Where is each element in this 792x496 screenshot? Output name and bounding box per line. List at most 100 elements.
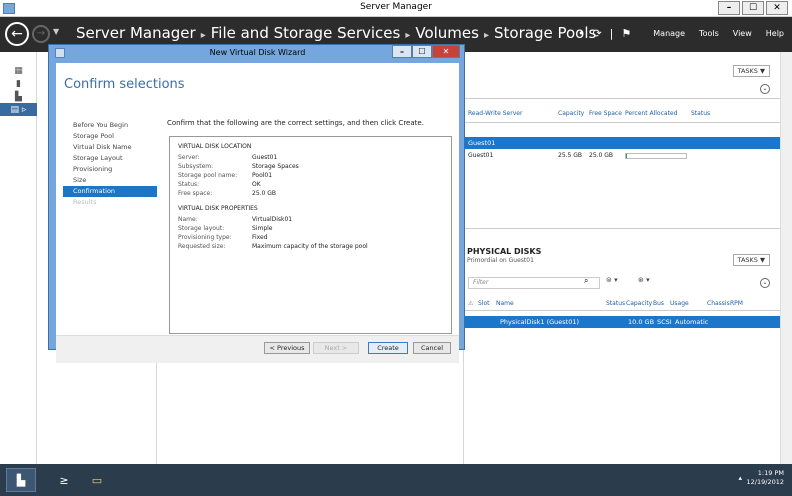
column-header[interactable]: Name — [496, 300, 606, 307]
breadcrumb-item[interactable]: Volumes — [415, 24, 479, 42]
group-row[interactable]: Guest01 — [464, 137, 780, 149]
menu-help[interactable]: Help — [766, 29, 784, 38]
close-button[interactable]: ✕ — [766, 1, 788, 15]
breadcrumb-item[interactable]: File and Storage Services — [211, 24, 401, 42]
column-header[interactable]: Usage — [670, 300, 707, 307]
taskbar: ▙ ≥ ▭ ▴ 1:19 PM 12/19/2012 — [0, 464, 792, 496]
divider-icon: | — [609, 27, 614, 40]
tasks-dropdown[interactable]: TASKS ▼ — [732, 65, 770, 77]
summary-row: Requested size: Maximum capacity of the s… — [178, 243, 368, 250]
cell-free-space: 25.0 GB — [589, 152, 614, 159]
server-manager-taskbar-icon[interactable]: ▙ — [6, 468, 36, 492]
menu-view[interactable]: View — [733, 29, 752, 38]
column-header[interactable]: Capacity — [558, 110, 589, 117]
search-icon[interactable]: ⌕ — [584, 276, 588, 286]
table-row[interactable]: PhysicalDisk1 (Guest01) 10.0 GB SCSI Aut… — [464, 316, 780, 328]
cell-disk-name: PhysicalDisk1 (Guest01) — [500, 318, 580, 326]
step-virtual-disk-name[interactable]: Virtual Disk Name — [63, 142, 157, 153]
cell-server: Guest01 — [468, 152, 494, 159]
step-storage-layout[interactable]: Storage Layout — [63, 153, 157, 164]
summary-row: Provisioning type: Fixed — [178, 234, 268, 241]
clock[interactable]: 1:19 PM 12/19/2012 — [747, 469, 784, 487]
summary-row: Name: VirtualDisk01 — [178, 216, 293, 223]
column-header[interactable]: Status — [691, 110, 721, 117]
physical-disks-title: PHYSICAL DISKS — [467, 247, 542, 256]
powershell-taskbar-icon[interactable]: ≥ — [49, 468, 79, 492]
dialog-body: Confirm selections Before You Begin Stor… — [56, 63, 459, 363]
summary-row: Free space: 25.0 GB — [178, 190, 277, 197]
file-storage-services-icon[interactable]: ▤ ▹ — [0, 103, 37, 116]
summary-row: Storage layout: Simple — [178, 225, 273, 232]
wizard-icon — [55, 48, 65, 58]
step-storage-pool[interactable]: Storage Pool — [63, 131, 157, 142]
window-controls: – ☐ ✕ — [718, 1, 788, 15]
column-header[interactable]: RPM — [730, 300, 748, 307]
disk-grid-header: ⚠ Slot Name Status Capacity Bus Usage Ch… — [464, 300, 780, 307]
dialog-titlebar: New Virtual Disk Wizard – ☐ ✕ — [49, 45, 466, 62]
dialog-close-button[interactable]: ✕ — [432, 45, 460, 58]
dialog-footer: < Previous Next > Create Cancel — [56, 335, 459, 363]
step-provisioning[interactable]: Provisioning — [63, 164, 157, 175]
cancel-button[interactable]: Cancel — [413, 342, 451, 354]
column-header[interactable]: Slot — [472, 300, 496, 307]
dialog-minimize-button[interactable]: – — [392, 45, 412, 58]
cell-bus: SCSI — [657, 318, 672, 326]
menu-tools[interactable]: Tools — [699, 29, 719, 38]
step-confirmation[interactable]: Confirmation — [63, 186, 157, 197]
column-header[interactable]: Status — [606, 300, 626, 307]
local-server-icon[interactable]: ▮ — [0, 77, 37, 90]
sidebar: ▦ ▮ ▙ ▤ ▹ — [0, 52, 37, 464]
group-options-icon[interactable]: ⊛ ▾ — [638, 276, 650, 284]
column-header[interactable]: Free Space — [589, 110, 625, 117]
expand-chevron-icon[interactable]: ⌄ — [760, 84, 770, 94]
minimize-button[interactable]: – — [718, 1, 740, 15]
tray-chevron-icon[interactable]: ▴ — [738, 474, 742, 482]
breadcrumb-item[interactable]: Server Manager — [76, 24, 196, 42]
dropdown-dot-icon[interactable]: • — [578, 27, 585, 40]
vertical-scrollbar[interactable] — [780, 52, 792, 464]
header-menu: • ⟳ | ⚑ Manage Tools View Help — [578, 27, 784, 40]
cell-capacity: 10.0 GB — [628, 318, 655, 326]
instruction-text: Confirm that the following are the corre… — [167, 119, 424, 127]
breadcrumb-separator-icon: ▸ — [483, 30, 489, 41]
window-titlebar: Server Manager – ☐ ✕ — [0, 0, 792, 17]
cell-usage: Automatic — [675, 318, 709, 326]
create-button[interactable]: Create — [368, 342, 408, 354]
step-before-you-begin[interactable]: Before You Begin — [63, 120, 157, 131]
previous-button[interactable]: < Previous — [264, 342, 310, 354]
summary-row: Subsystem: Storage Spaces — [178, 163, 299, 170]
column-header[interactable]: Capacity — [626, 300, 653, 307]
expand-chevron-icon[interactable]: ⌄ — [760, 278, 770, 288]
clock-date: 12/19/2012 — [746, 478, 784, 486]
file-explorer-taskbar-icon[interactable]: ▭ — [82, 468, 112, 492]
history-dropdown-icon[interactable]: ▼ — [53, 27, 59, 36]
column-header[interactable]: Read-Write Server — [464, 110, 558, 117]
dashboard-icon[interactable]: ▦ — [0, 64, 37, 77]
filter-options-icon[interactable]: ⊜ ▾ — [606, 276, 618, 284]
step-size[interactable]: Size — [63, 175, 157, 186]
back-arrow-icon[interactable]: ← — [5, 22, 29, 46]
dialog-title: New Virtual Disk Wizard — [209, 48, 306, 57]
table-row[interactable]: Guest01 25.5 GB 25.0 GB — [464, 150, 780, 162]
section-heading: VIRTUAL DISK PROPERTIES — [178, 205, 258, 212]
filter-input[interactable]: Filter — [468, 277, 600, 289]
next-button: Next > — [313, 342, 359, 354]
all-servers-icon[interactable]: ▙ — [0, 90, 37, 103]
menu-manage[interactable]: Manage — [653, 29, 685, 38]
breadcrumb-separator-icon: ▸ — [200, 30, 206, 41]
page-title: Confirm selections — [64, 77, 185, 92]
column-header[interactable]: Bus — [653, 300, 670, 307]
notification-flag-icon[interactable]: ⚑ — [621, 27, 631, 40]
maximize-button[interactable]: ☐ — [742, 1, 764, 15]
percent-allocated-bar — [625, 153, 687, 159]
column-header[interactable]: Chassis — [707, 300, 730, 307]
physical-disks-tasks-dropdown[interactable]: TASKS ▼ — [732, 254, 770, 266]
physical-disks-subtitle: Primordial on Guest01 — [467, 257, 534, 264]
summary-row: Status: OK — [178, 181, 261, 188]
dialog-maximize-button[interactable]: ☐ — [412, 45, 432, 58]
settings-summary: VIRTUAL DISK LOCATION Server: Guest01 Sub… — [169, 136, 452, 334]
warning-column-icon: ⚠ — [468, 300, 474, 307]
forward-arrow-icon[interactable]: → — [32, 25, 50, 43]
refresh-icon[interactable]: ⟳ — [592, 27, 601, 40]
column-header[interactable]: Percent Allocated — [625, 110, 691, 117]
